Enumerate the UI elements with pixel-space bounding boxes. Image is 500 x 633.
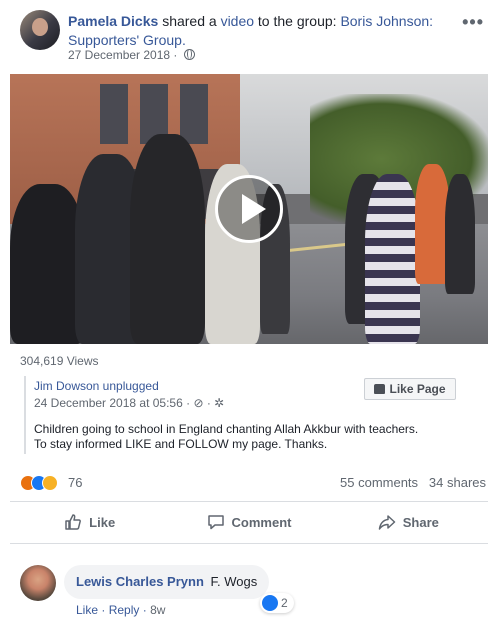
play-icon[interactable] — [215, 175, 283, 243]
commenter-name-link[interactable]: Lewis Charles Prynn — [76, 574, 204, 589]
reaction-count: 76 — [68, 475, 83, 490]
commenter-avatar[interactable] — [20, 565, 56, 601]
like-button[interactable]: Like — [10, 507, 169, 537]
engagement-counts: 55 comments 34 shares — [340, 475, 486, 490]
author-name-link[interactable]: Pamela Dicks — [68, 13, 158, 29]
post-header-text: Pamela Dicks shared a video to the group… — [68, 12, 458, 50]
comment-actions: Like · Reply · 8w — [76, 603, 166, 617]
comment-time-link[interactable]: 8w — [150, 603, 165, 617]
comment-text: F. Wogs — [210, 574, 258, 589]
like-reaction-icon — [262, 595, 278, 611]
globe-icon[interactable] — [183, 49, 195, 60]
shared-post: Jim Dowson unplugged 24 December 2018 at… — [24, 376, 474, 454]
share-button[interactable]: Share — [329, 507, 488, 537]
post-date-link[interactable]: 27 December 2018 — [68, 48, 170, 62]
comment-like-link[interactable]: Like — [76, 603, 98, 617]
comments-count-link[interactable]: 55 comments — [340, 475, 418, 490]
like-page-button[interactable]: Like Page — [364, 378, 456, 400]
shared-post-meta: 24 December 2018 at 05:56 · ⊘ · ✲ — [34, 396, 224, 410]
author-avatar[interactable] — [20, 10, 60, 50]
thumbs-up-icon — [65, 514, 82, 530]
action-prefix: shared a — [162, 13, 217, 29]
comment-button[interactable]: Comment — [169, 507, 328, 537]
post-header: Pamela Dicks shared a video to the group… — [20, 10, 490, 66]
shared-page-name-link[interactable]: Jim Dowson unplugged — [34, 379, 159, 393]
action-suffix: to the group: — [257, 13, 337, 29]
view-count: 304,619 Views — [20, 354, 99, 368]
comment-bubble: Lewis Charles Prynn F. Wogs — [64, 565, 270, 599]
shared-meta-icons: · ⊘ · ✲ — [186, 396, 225, 410]
post-action-bar: Like Comment Share — [10, 507, 488, 537]
divider — [10, 501, 488, 502]
shared-post-body: Children going to school in England chan… — [34, 422, 419, 451]
video-link[interactable]: video — [221, 13, 254, 29]
comment-reply-link[interactable]: Reply — [109, 603, 140, 617]
share-icon — [378, 515, 395, 530]
post-meta: 27 December 2018 · — [68, 48, 195, 62]
comment-reaction-badge[interactable]: 2 — [260, 593, 294, 613]
video-player[interactable] — [10, 74, 488, 344]
shares-count-link[interactable]: 34 shares — [429, 475, 486, 490]
comment-icon — [207, 515, 224, 530]
shared-date-link[interactable]: 24 December 2018 at 05:56 — [34, 396, 183, 410]
thumbs-up-icon — [374, 384, 386, 394]
wow-reaction-icon — [42, 475, 58, 491]
more-options-icon[interactable]: ••• — [462, 12, 484, 33]
divider — [10, 543, 488, 544]
